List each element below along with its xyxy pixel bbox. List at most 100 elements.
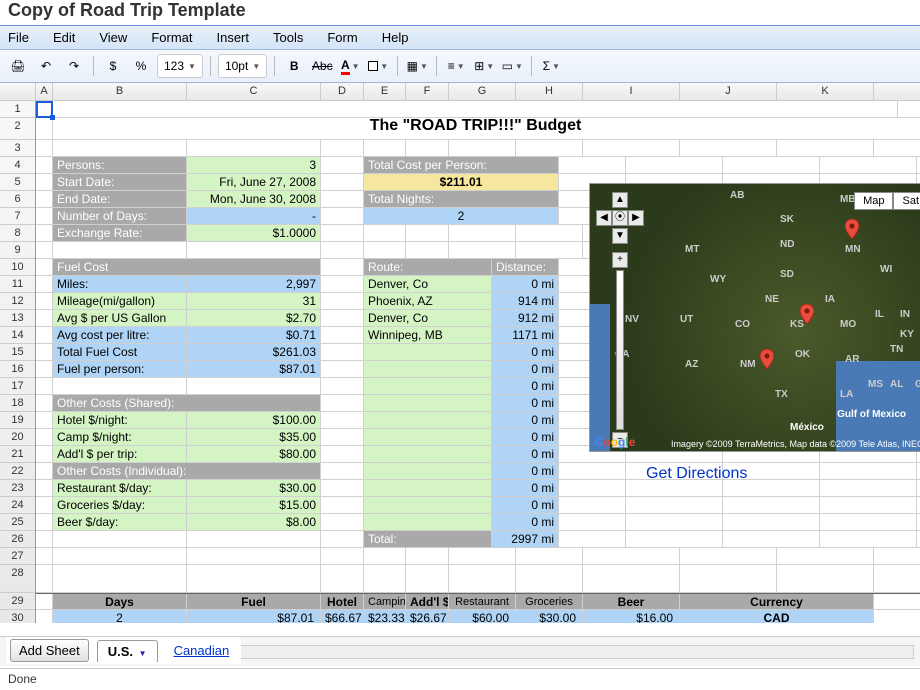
strike-button[interactable]: Abc bbox=[310, 54, 334, 78]
map-pan-right-icon[interactable]: ▶ bbox=[628, 210, 644, 226]
route-header: Route: bbox=[364, 259, 492, 275]
map-type-satellite[interactable]: Sat bbox=[893, 192, 920, 210]
tcpp-value: $211.01 bbox=[364, 174, 559, 190]
insert-button[interactable]: ⊞▼ bbox=[472, 54, 496, 78]
fill-color-button[interactable]: ▼ bbox=[366, 54, 390, 78]
document-title: Copy of Road Trip Template bbox=[0, 0, 920, 25]
format-percent[interactable]: % bbox=[129, 54, 153, 78]
row-header[interactable]: 21 bbox=[0, 446, 35, 463]
row-header[interactable]: 12 bbox=[0, 293, 35, 310]
row-header[interactable]: 1 bbox=[0, 101, 35, 118]
map-marker-icon[interactable] bbox=[760, 349, 774, 369]
map-zoom-slider[interactable] bbox=[616, 270, 624, 430]
row-header[interactable]: 22 bbox=[0, 463, 35, 480]
undo-icon[interactable]: ↶ bbox=[34, 54, 58, 78]
row-header[interactable]: 3 bbox=[0, 140, 35, 157]
row-header[interactable]: 14 bbox=[0, 327, 35, 344]
row-header[interactable]: 16 bbox=[0, 361, 35, 378]
row-header[interactable]: 8 bbox=[0, 225, 35, 242]
map-marker-icon[interactable] bbox=[800, 304, 814, 324]
col-header[interactable]: H bbox=[516, 83, 583, 100]
row-header[interactable]: 18 bbox=[0, 395, 35, 412]
row-header[interactable]: 7 bbox=[0, 208, 35, 225]
row-header[interactable]: 5 bbox=[0, 174, 35, 191]
row-header[interactable]: 2 bbox=[0, 118, 35, 140]
redo-icon[interactable]: ↷ bbox=[62, 54, 86, 78]
bold-button[interactable]: B bbox=[282, 54, 306, 78]
col-header[interactable]: A bbox=[36, 83, 53, 100]
col-header[interactable]: E bbox=[364, 83, 406, 100]
fuel-label: Mileage(mi/gallon) bbox=[53, 293, 187, 309]
row-header[interactable]: 24 bbox=[0, 497, 35, 514]
fuel-label: Total Fuel Cost bbox=[53, 344, 187, 360]
map-type-map[interactable]: Map bbox=[854, 192, 893, 210]
sheet-tab-us[interactable]: U.S. ▼ bbox=[97, 640, 158, 662]
row-header[interactable]: 30 bbox=[0, 610, 35, 623]
formula-button[interactable]: Σ▼ bbox=[539, 54, 563, 78]
row-header[interactable]: 11 bbox=[0, 276, 35, 293]
col-header[interactable]: D bbox=[321, 83, 364, 100]
menu-form[interactable]: Form bbox=[327, 30, 357, 45]
col-header[interactable]: F bbox=[406, 83, 449, 100]
print-icon[interactable]: 🖨 bbox=[6, 54, 30, 78]
route-place: Denver, Co bbox=[364, 310, 492, 326]
google-logo: Google bbox=[594, 435, 635, 449]
borders-button[interactable]: ▦▼ bbox=[405, 54, 429, 78]
sheet-tab-canadian[interactable]: Canadian bbox=[166, 640, 238, 661]
fill-handle[interactable] bbox=[50, 115, 55, 120]
menu-format[interactable]: Format bbox=[151, 30, 192, 45]
row-header[interactable]: 15 bbox=[0, 344, 35, 361]
row-header[interactable]: 29 bbox=[0, 593, 35, 610]
route-distance: 912 mi bbox=[492, 310, 559, 326]
map-pan-up-icon[interactable]: ▲ bbox=[612, 192, 628, 208]
row-header[interactable]: 4 bbox=[0, 157, 35, 174]
menu-help[interactable]: Help bbox=[382, 30, 409, 45]
route-total-label: Total: bbox=[364, 531, 492, 547]
col-header[interactable]: J bbox=[680, 83, 777, 100]
col-header[interactable]: K bbox=[777, 83, 874, 100]
row-header[interactable]: 25 bbox=[0, 514, 35, 531]
row-header[interactable]: 9 bbox=[0, 242, 35, 259]
embedded-map[interactable]: AB SK MB MT ND MN WY SD WI MI NE IA NV U… bbox=[589, 183, 920, 452]
col-header[interactable]: B bbox=[53, 83, 187, 100]
row-header[interactable]: 23 bbox=[0, 480, 35, 497]
route-distance: 0 mi bbox=[492, 361, 559, 377]
get-directions-link[interactable]: Get Directions bbox=[646, 465, 747, 483]
map-zoom-in-icon[interactable]: + bbox=[612, 252, 628, 268]
row-header[interactable]: 17 bbox=[0, 378, 35, 395]
row-header[interactable]: 13 bbox=[0, 310, 35, 327]
col-header[interactable]: C bbox=[187, 83, 321, 100]
row-header[interactable]: 20 bbox=[0, 429, 35, 446]
font-size-select[interactable]: 10pt▼ bbox=[218, 54, 267, 78]
text-color-button[interactable]: A▼ bbox=[338, 54, 362, 78]
col-header[interactable]: G bbox=[449, 83, 516, 100]
row-header[interactable]: 26 bbox=[0, 531, 35, 548]
format-more[interactable]: 123▼ bbox=[157, 54, 203, 78]
menu-view[interactable]: View bbox=[99, 30, 127, 45]
menu-insert[interactable]: Insert bbox=[216, 30, 249, 45]
toolbar: 🖨 ↶ ↷ $ % 123▼ 10pt▼ B Abc A▼ ▼ ▦▼ ≡▼ ⊞▼… bbox=[0, 50, 920, 83]
map-recenter-icon[interactable]: ⦿ bbox=[612, 210, 628, 226]
menu-edit[interactable]: Edit bbox=[53, 30, 75, 45]
menu-file[interactable]: File bbox=[8, 30, 29, 45]
merge-button[interactable]: ▭▼ bbox=[500, 54, 524, 78]
column-headers: A B C D E F G H I J K bbox=[0, 83, 920, 101]
spreadsheet-grid[interactable]: A B C D E F G H I J K 123456789101112131… bbox=[0, 83, 920, 623]
map-marker-icon[interactable] bbox=[845, 219, 859, 239]
format-currency[interactable]: $ bbox=[101, 54, 125, 78]
align-button[interactable]: ≡▼ bbox=[444, 54, 468, 78]
fuel-label: Fuel per person: bbox=[53, 361, 187, 377]
row-header[interactable]: 28 bbox=[0, 565, 35, 593]
add-sheet-button[interactable]: Add Sheet bbox=[10, 639, 89, 662]
row-header[interactable]: 19 bbox=[0, 412, 35, 429]
fuel-value: $2.70 bbox=[187, 310, 321, 326]
row-header[interactable]: 27 bbox=[0, 548, 35, 565]
row-header[interactable]: 6 bbox=[0, 191, 35, 208]
map-pan-down-icon[interactable]: ▼ bbox=[612, 228, 628, 244]
col-header[interactable]: I bbox=[583, 83, 680, 100]
menu-tools[interactable]: Tools bbox=[273, 30, 303, 45]
fuel-value: 31 bbox=[187, 293, 321, 309]
map-pan-left-icon[interactable]: ◀ bbox=[596, 210, 612, 226]
fuel-value: $0.71 bbox=[187, 327, 321, 343]
row-header[interactable]: 10 bbox=[0, 259, 35, 276]
